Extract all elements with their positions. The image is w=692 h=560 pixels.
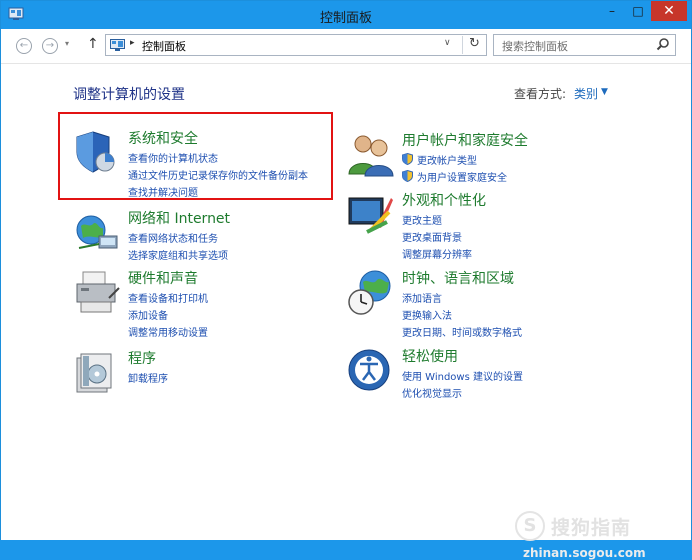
programs-icon[interactable] (73, 348, 121, 396)
clock-globe-icon[interactable] (347, 268, 395, 316)
link-screen-resolution[interactable]: 调整屏幕分辨率 (402, 246, 472, 261)
main-content: 调整计算机的设置 查看方式: 类别 ▼ 系统和安全 查看你的计算机状态 通过文件… (1, 63, 691, 560)
link-add-language[interactable]: 添加语言 (402, 290, 442, 305)
link-windows-suggested-settings[interactable]: 使用 Windows 建议的设置 (402, 368, 523, 383)
printer-icon[interactable] (73, 268, 121, 316)
category-programs: 程序 卸载程序 (73, 348, 333, 396)
category-title[interactable]: 用户帐户和家庭安全 (402, 130, 528, 150)
ease-of-access-icon[interactable] (347, 346, 395, 394)
close-button[interactable]: ✕ (651, 1, 687, 21)
category-title[interactable]: 外观和个性化 (402, 190, 486, 210)
link-change-theme[interactable]: 更改主题 (402, 212, 442, 227)
category-title[interactable]: 轻松使用 (402, 346, 458, 366)
category-user-accounts: 用户帐户和家庭安全 更改帐户类型 为用户设置家庭安全 (347, 130, 647, 184)
address-dropdown-button[interactable]: ∨ (444, 38, 451, 48)
link-uninstall-program[interactable]: 卸载程序 (128, 370, 168, 385)
link-label[interactable]: 为用户设置家庭安全 (417, 173, 507, 184)
watermark-text: 搜狗指南 (551, 517, 632, 539)
window-title: 控制面板 (319, 11, 372, 26)
maximize-button[interactable]: □ (625, 1, 651, 21)
link-optimize-visual-display[interactable]: 优化视觉显示 (402, 385, 462, 400)
recent-locations-dropdown[interactable]: ▾ (65, 39, 69, 48)
highlight-annotation (58, 112, 333, 200)
link-network-status[interactable]: 查看网络状态和任务 (128, 230, 218, 245)
control-panel-small-icon (110, 39, 125, 51)
category-appearance: 外观和个性化 更改主题 更改桌面背景 调整屏幕分辨率 (347, 190, 647, 261)
up-button[interactable]: ↑ (87, 36, 99, 52)
watermark-url: zhinan.sogou.com (523, 546, 646, 560)
category-title[interactable]: 网络和 Internet (128, 208, 230, 228)
link-desktop-background[interactable]: 更改桌面背景 (402, 229, 462, 244)
uac-shield-icon (402, 170, 413, 182)
users-icon[interactable] (347, 130, 395, 178)
breadcrumb-separator[interactable]: ▸ (130, 38, 135, 48)
link-date-time-format[interactable]: 更改日期、时间或数字格式 (402, 324, 522, 339)
navigation-bar: ← → ▾ ↑ ▸ 控制面板 ∨ ↻ 搜索控制面板 (1, 29, 691, 63)
link-mobility-settings[interactable]: 调整常用移动设置 (128, 324, 208, 339)
uac-shield-icon (402, 153, 413, 165)
sogou-logo: S (515, 511, 545, 541)
search-icon[interactable] (656, 37, 670, 51)
link-family-safety[interactable]: 为用户设置家庭安全 (402, 169, 507, 184)
search-input[interactable]: 搜索控制面板 (502, 38, 568, 54)
minimize-button[interactable]: – (599, 1, 625, 21)
category-network-internet: 网络和 Internet 查看网络状态和任务 选择家庭组和共享选项 (73, 208, 333, 262)
view-by-label: 查看方式: (514, 87, 567, 101)
category-clock-language-region: 时钟、语言和区域 添加语言 更换输入法 更改日期、时间或数字格式 (347, 268, 647, 339)
link-add-device[interactable]: 添加设备 (128, 307, 168, 322)
view-by-dropdown[interactable]: 类别 (574, 85, 598, 102)
chevron-down-icon[interactable]: ▼ (601, 87, 608, 97)
title-bar[interactable]: 控制面板 – □ ✕ (1, 1, 691, 29)
address-bar[interactable]: ▸ 控制面板 ∨ ↻ (105, 34, 487, 56)
search-box[interactable]: 搜索控制面板 (493, 34, 676, 56)
refresh-button[interactable]: ↻ (462, 36, 480, 54)
category-hardware-sound: 硬件和声音 查看设备和打印机 添加设备 调整常用移动设置 (73, 268, 333, 339)
network-globe-icon[interactable] (73, 208, 121, 256)
breadcrumb-control-panel[interactable]: 控制面板 (142, 38, 186, 54)
category-title[interactable]: 时钟、语言和区域 (402, 268, 514, 288)
page-title: 调整计算机的设置 (73, 87, 185, 103)
link-homegroup-sharing[interactable]: 选择家庭组和共享选项 (128, 247, 228, 262)
link-devices-printers[interactable]: 查看设备和打印机 (128, 290, 208, 305)
control-panel-window: 控制面板 – □ ✕ ← → ▾ ↑ ▸ 控制面板 ∨ ↻ 搜索控制面板 调整计… (0, 0, 692, 560)
category-title[interactable]: 硬件和声音 (128, 268, 198, 288)
category-ease-of-access: 轻松使用 使用 Windows 建议的设置 优化视觉显示 (347, 346, 647, 400)
link-label[interactable]: 更改帐户类型 (417, 156, 477, 167)
back-button[interactable]: ← (16, 38, 32, 54)
link-change-account-type[interactable]: 更改帐户类型 (402, 152, 477, 167)
appearance-icon[interactable] (347, 190, 395, 238)
forward-button[interactable]: → (42, 38, 58, 54)
link-change-input-method[interactable]: 更换输入法 (402, 307, 452, 322)
category-title[interactable]: 程序 (128, 348, 156, 368)
